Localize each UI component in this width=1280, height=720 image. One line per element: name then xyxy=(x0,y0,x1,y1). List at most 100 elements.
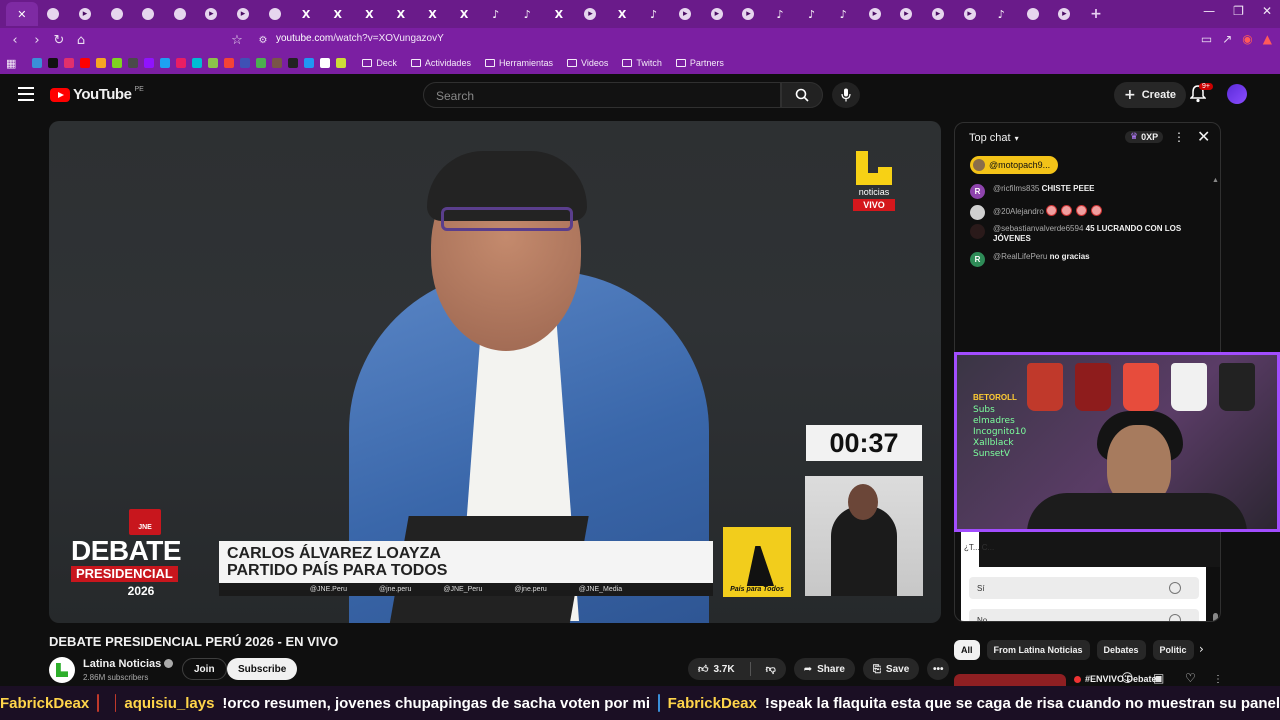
warning-icon[interactable]: ▲ xyxy=(1263,32,1272,46)
bookmark-favicon[interactable] xyxy=(80,58,91,68)
chat-author-avatar[interactable] xyxy=(970,205,985,220)
browser-tab[interactable]: ♪ xyxy=(480,2,512,26)
bookmark-favicon[interactable] xyxy=(144,58,155,68)
browser-tab[interactable] xyxy=(1017,2,1049,26)
chat-author-avatar[interactable]: R xyxy=(970,184,985,199)
browser-tab[interactable]: X xyxy=(385,2,417,26)
apps-grid-icon[interactable]: ▦ xyxy=(6,57,16,70)
filter-chip[interactable]: All xyxy=(954,640,980,660)
browser-tab[interactable]: ▸ xyxy=(227,2,259,26)
account-avatar[interactable] xyxy=(1227,84,1247,104)
url-field[interactable]: youtube.com/watch?v=XOVungazovY xyxy=(276,33,444,44)
browser-tab[interactable]: X xyxy=(448,2,480,26)
extension-icon[interactable]: ◉ xyxy=(1242,32,1252,46)
browser-tab[interactable]: ▸ xyxy=(891,2,923,26)
bookmark-favicon[interactable] xyxy=(320,58,331,68)
browser-tab[interactable]: ▸ xyxy=(701,2,733,26)
search-input[interactable] xyxy=(424,83,780,109)
chat-author-avatar[interactable] xyxy=(970,224,985,239)
bookmark-favicon[interactable] xyxy=(240,58,251,68)
youtube-logo[interactable]: YouTube PE xyxy=(50,86,144,103)
channel-name-link[interactable]: Latina Noticias xyxy=(83,658,174,670)
browser-tab[interactable]: ♪ xyxy=(985,2,1017,26)
bookmark-folder[interactable]: Partners xyxy=(675,58,724,68)
bookmark-folder[interactable]: Twitch xyxy=(622,58,662,68)
chat-author-name[interactable]: @RealLifePeru xyxy=(993,252,1047,261)
browser-tab[interactable]: X xyxy=(322,2,354,26)
site-info-icon[interactable]: ⚙ xyxy=(252,35,274,46)
forward-icon[interactable]: › xyxy=(26,33,48,48)
bookmark-favicon[interactable] xyxy=(48,58,59,68)
bookmark-folder[interactable]: Deck xyxy=(362,58,397,68)
subscribe-button[interactable]: Subscribe xyxy=(227,658,298,680)
minimize-icon[interactable]: — xyxy=(1203,4,1215,18)
chat-author-name[interactable]: @20Alejandro xyxy=(993,207,1044,216)
bookmark-favicon[interactable] xyxy=(32,58,43,68)
browser-tab[interactable]: ▸ xyxy=(69,2,101,26)
close-window-icon[interactable]: ✕ xyxy=(1262,4,1272,18)
browser-tab[interactable]: ▸ xyxy=(922,2,954,26)
join-button[interactable]: Join xyxy=(182,658,227,680)
bookmark-favicon[interactable] xyxy=(336,58,347,68)
browser-tab[interactable]: X xyxy=(543,2,575,26)
poll-option-si[interactable]: Sí xyxy=(969,577,1199,599)
scroll-up-icon[interactable]: ▲ xyxy=(1212,177,1219,184)
bookmark-favicon[interactable] xyxy=(96,58,107,68)
more-actions-button[interactable]: ••• xyxy=(927,658,950,680)
browser-tab[interactable]: ▸ xyxy=(954,2,986,26)
bookmark-favicon[interactable] xyxy=(224,58,235,68)
browser-tab[interactable]: ♪ xyxy=(764,2,796,26)
hamburger-menu-icon[interactable] xyxy=(18,87,34,101)
bookmark-folder[interactable]: Herramientas xyxy=(484,58,553,68)
browser-tab[interactable]: ✕ xyxy=(6,2,38,26)
recommended-video-title[interactable]: #ENVIVO Debate xyxy=(1074,674,1157,684)
bookmark-favicon[interactable] xyxy=(176,58,187,68)
chat-author-avatar[interactable]: R xyxy=(970,252,985,267)
bookmark-favicon[interactable] xyxy=(128,58,139,68)
filter-chip[interactable]: From Latina Noticias xyxy=(986,640,1090,660)
back-icon[interactable]: ‹ xyxy=(4,33,26,48)
channel-points[interactable]: ♛ 0XP xyxy=(1125,131,1164,143)
browser-tab[interactable] xyxy=(38,2,70,26)
bookmark-folder[interactable]: Videos xyxy=(566,58,608,68)
bookmark-favicon[interactable] xyxy=(112,58,123,68)
video-player[interactable]: noticias VIVO 00:37 JNE DEBATE PRESIDENC… xyxy=(49,121,941,623)
chat-menu-icon[interactable]: ⋮ xyxy=(1173,130,1185,144)
reload-icon[interactable]: ↻ xyxy=(48,33,70,48)
browser-tab[interactable]: ♪ xyxy=(827,2,859,26)
voice-search-button[interactable] xyxy=(832,82,860,108)
bookmark-favicon[interactable] xyxy=(288,58,299,68)
share-page-icon[interactable]: ↗ xyxy=(1222,32,1232,46)
dislike-button[interactable]: 👎︎ xyxy=(756,658,786,680)
browser-tab[interactable]: ♪ xyxy=(638,2,670,26)
share-button[interactable]: ➦ Share xyxy=(793,658,855,680)
bookmark-star-icon[interactable]: ☆ xyxy=(226,33,248,48)
browser-tab[interactable] xyxy=(259,2,291,26)
pinned-user-chip[interactable]: @motopach9... xyxy=(970,156,1059,174)
bookmark-favicon[interactable] xyxy=(160,58,171,68)
filter-chip[interactable]: Politic xyxy=(1152,640,1194,660)
home-icon[interactable]: ⌂ xyxy=(70,33,92,48)
bookmark-favicon[interactable] xyxy=(256,58,267,68)
search-button[interactable] xyxy=(781,82,823,108)
chat-mode-dropdown[interactable]: Top chat ▾ xyxy=(969,132,1019,144)
like-button[interactable]: 👍︎ 3.7K xyxy=(688,658,745,680)
browser-tab[interactable]: X xyxy=(290,2,322,26)
poll-option-no[interactable]: No xyxy=(969,609,1199,621)
chat-author-name[interactable]: @ricfilms835 xyxy=(993,184,1039,193)
new-tab-button[interactable]: + xyxy=(1080,2,1112,26)
heart-icon[interactable]: ♡ xyxy=(1185,671,1196,685)
browser-tab[interactable] xyxy=(132,2,164,26)
create-button[interactable]: + Create xyxy=(1114,82,1186,108)
browser-tab[interactable]: ♪ xyxy=(796,2,828,26)
browser-tab[interactable]: ▸ xyxy=(733,2,765,26)
recommended-video-thumbnail[interactable] xyxy=(954,674,1066,686)
maximize-icon[interactable]: ❐ xyxy=(1233,4,1244,18)
browser-tab[interactable]: X xyxy=(417,2,449,26)
browser-tab[interactable]: ▸ xyxy=(669,2,701,26)
browser-tab[interactable]: ▸ xyxy=(859,2,891,26)
browser-tab[interactable] xyxy=(101,2,133,26)
browser-tab[interactable]: X xyxy=(354,2,386,26)
browser-tab[interactable] xyxy=(164,2,196,26)
chat-author-name[interactable]: @sebastianvalverde6594 xyxy=(993,224,1083,233)
